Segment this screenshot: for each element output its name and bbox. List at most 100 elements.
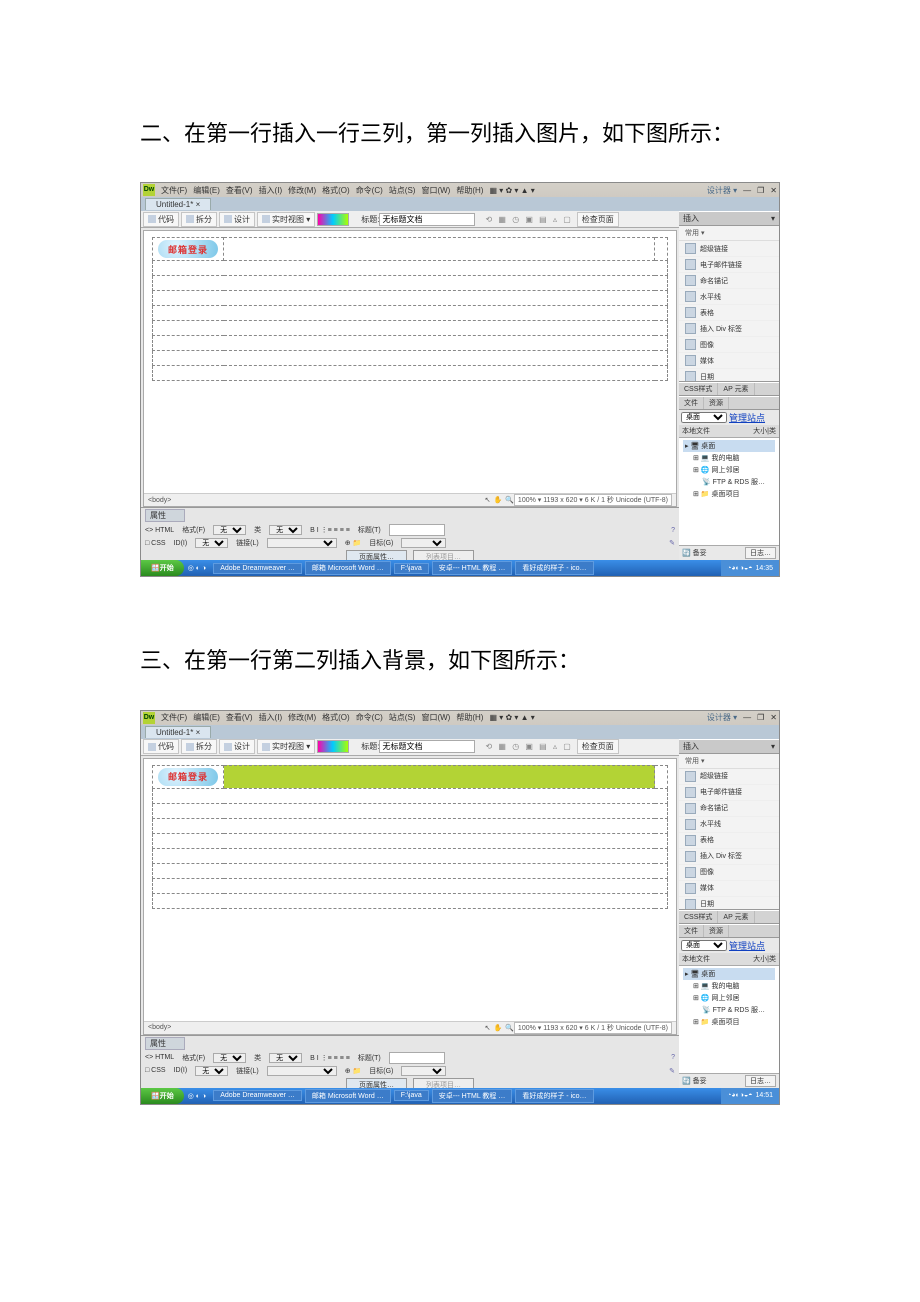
menu-view[interactable]: 查看(V) xyxy=(226,712,253,723)
tab-files[interactable]: 文件 xyxy=(679,397,704,409)
props-link-icons[interactable]: ⊕ 📁 xyxy=(345,539,362,547)
props-link-select[interactable] xyxy=(267,538,337,548)
taskbar-item-dreamweaver[interactable]: Adobe Dreamweaver … xyxy=(213,563,302,574)
select-tool-icon[interactable]: ↖ xyxy=(485,496,491,504)
view-design-button[interactable]: 设计 xyxy=(219,739,255,754)
menu-site[interactable]: 站点(S) xyxy=(389,712,416,723)
menu-file[interactable]: 文件(F) xyxy=(161,712,187,723)
workspace-switcher[interactable]: 设计器 ▾ xyxy=(707,185,737,196)
window-close-icon[interactable]: ✕ xyxy=(770,186,777,195)
edit-icon[interactable]: ✎ xyxy=(669,539,675,547)
view-design-button[interactable]: 设计 xyxy=(219,212,255,227)
menu-window[interactable]: 窗口(W) xyxy=(421,712,450,723)
check-page-button[interactable]: 检查页面 xyxy=(577,739,619,754)
tree-ftp[interactable]: 📡 FTP & RDS 服… xyxy=(683,1004,775,1016)
zoom-tool-icon[interactable]: 🔍 xyxy=(505,496,514,504)
help-icon[interactable]: ? xyxy=(671,527,675,534)
tree-desktop[interactable]: ▸ 🖥 桌面 xyxy=(683,968,775,980)
tab-ap[interactable]: AP 元素 xyxy=(718,383,754,395)
menu-help[interactable]: 帮助(H) xyxy=(456,185,483,196)
insert-hr[interactable]: 水平线 xyxy=(679,817,779,833)
log-button[interactable]: 日志… xyxy=(745,547,776,559)
tag-selector[interactable]: <body> xyxy=(148,1024,171,1031)
properties-title[interactable]: 属性 xyxy=(145,1037,185,1050)
site-select[interactable]: 桌面 xyxy=(681,412,727,423)
start-button[interactable]: 🪟 开始 xyxy=(141,560,184,576)
row1-col1-image-cell[interactable]: 邮箱登录 xyxy=(153,238,224,261)
table-row[interactable] xyxy=(153,321,668,336)
taskbar-item-word[interactable]: 邮箱 Microsoft Word … xyxy=(305,561,391,575)
tree-mycomputer[interactable]: ⊞ 💻 我的电脑 xyxy=(683,980,775,992)
insert-category-select[interactable]: 常用 ▾ xyxy=(679,754,779,769)
css-ap-tabs[interactable]: CSS样式 AP 元素 xyxy=(679,910,779,924)
insert-named-anchor[interactable]: 命名锚记 xyxy=(679,273,779,289)
props-html-tab[interactable]: <> HTML xyxy=(145,527,174,534)
insert-date[interactable]: 日期 xyxy=(679,897,779,910)
tab-files[interactable]: 文件 xyxy=(679,925,704,937)
props-id-select[interactable]: 无 xyxy=(195,1066,228,1076)
toolbar-icons-group[interactable]: ⟲ ▦ ◷ ▣ ▤ ▵ ▢ xyxy=(485,215,572,224)
editing-table[interactable]: 邮箱登录 xyxy=(152,765,668,909)
system-tray[interactable]: ◔◕◐◑◒◓14:51 xyxy=(721,1088,779,1104)
window-restore-icon[interactable]: ❐ xyxy=(757,186,764,195)
edit-icon[interactable]: ✎ xyxy=(669,1067,675,1075)
window-close-icon[interactable]: ✕ xyxy=(770,713,777,722)
window-minimize-icon[interactable]: — xyxy=(743,186,751,195)
hand-tool-icon[interactable]: ✋ xyxy=(493,1024,502,1032)
editing-table[interactable]: 邮箱登录 xyxy=(152,237,668,381)
table-row[interactable] xyxy=(153,863,668,878)
taskbar-item-folder[interactable]: F:\java xyxy=(394,563,429,574)
props-link-icons[interactable]: ⊕ 📁 xyxy=(345,1067,362,1075)
taskbar-item-ico[interactable]: 看好成的样子 - ico… xyxy=(515,561,593,575)
menu-insert[interactable]: 插入(I) xyxy=(259,185,283,196)
menu-edit[interactable]: 编辑(E) xyxy=(193,185,220,196)
insert-hyperlink[interactable]: 超级链接 xyxy=(679,769,779,785)
taskbar-item-html[interactable]: 安卓--- HTML 教程 … xyxy=(432,561,513,575)
props-target-select[interactable] xyxy=(401,1066,446,1076)
layout-glyphs[interactable]: ▦ ▾ ✿ ▾ ▲ ▾ xyxy=(489,186,534,195)
row1-col1-image-cell[interactable]: 邮箱登录 xyxy=(153,765,224,788)
taskbar-item-dreamweaver[interactable]: Adobe Dreamweaver … xyxy=(213,1090,302,1101)
log-button[interactable]: 日志… xyxy=(745,1075,776,1087)
insert-hr[interactable]: 水平线 xyxy=(679,289,779,305)
design-view[interactable]: 邮箱登录 xyxy=(144,759,676,1021)
table-row[interactable] xyxy=(153,276,668,291)
properties-title[interactable]: 属性 xyxy=(145,509,185,522)
table-row[interactable] xyxy=(153,788,668,803)
table-row[interactable] xyxy=(153,291,668,306)
layout-glyphs[interactable]: ▦ ▾ ✿ ▾ ▲ ▾ xyxy=(489,713,534,722)
insert-category-select[interactable]: 常用 ▾ xyxy=(679,226,779,241)
taskbar-item-html[interactable]: 安卓--- HTML 教程 … xyxy=(432,1089,513,1103)
table-row[interactable] xyxy=(153,306,668,321)
props-class-select[interactable]: 无 xyxy=(269,525,302,535)
menu-window[interactable]: 窗口(W) xyxy=(421,185,450,196)
menu-format[interactable]: 格式(O) xyxy=(322,185,350,196)
status-info[interactable]: 100% ▾ 1193 x 620 ▾ 6 K / 1 秒 Unicode (U… xyxy=(514,494,672,506)
menu-help[interactable]: 帮助(H) xyxy=(456,712,483,723)
props-title-input[interactable] xyxy=(389,524,445,536)
insert-hyperlink[interactable]: 超级链接 xyxy=(679,241,779,257)
manage-sites-link[interactable]: 管理站点 xyxy=(729,411,765,424)
live-view-button[interactable]: 实时视图 ▾ xyxy=(257,212,315,227)
props-css-tab[interactable]: □ CSS xyxy=(145,1067,166,1074)
row1-col3-cell[interactable] xyxy=(655,238,668,261)
quicklaunch-icons[interactable]: ◎ ◐ ◑ xyxy=(188,564,206,572)
select-tool-icon[interactable]: ↖ xyxy=(485,1024,491,1032)
insert-email-link[interactable]: 电子邮件链接 xyxy=(679,785,779,801)
view-code-button[interactable]: 代码 xyxy=(143,739,179,754)
props-format-select[interactable]: 无 xyxy=(213,1053,246,1063)
tab-ap[interactable]: AP 元素 xyxy=(718,911,754,923)
window-restore-icon[interactable]: ❐ xyxy=(757,713,764,722)
status-info[interactable]: 100% ▾ 1193 x 620 ▾ 6 K / 1 秒 Unicode (U… xyxy=(514,1022,672,1034)
taskbar-item-word[interactable]: 邮箱 Microsoft Word … xyxy=(305,1089,391,1103)
insert-div[interactable]: 插入 Div 标签 xyxy=(679,321,779,337)
hand-tool-icon[interactable]: ✋ xyxy=(493,496,502,504)
props-css-tab[interactable]: □ CSS xyxy=(145,540,166,547)
table-row[interactable] xyxy=(153,833,668,848)
insert-date[interactable]: 日期 xyxy=(679,369,779,382)
menu-modify[interactable]: 修改(M) xyxy=(288,712,316,723)
view-split-button[interactable]: 拆分 xyxy=(181,212,217,227)
props-text-format-icons[interactable]: B I ⋮≡ ≡ ≡ ≡ xyxy=(310,526,350,534)
menu-command[interactable]: 命令(C) xyxy=(356,185,383,196)
tree-network[interactable]: ⊞ 🌐 网上邻居 xyxy=(683,464,775,476)
